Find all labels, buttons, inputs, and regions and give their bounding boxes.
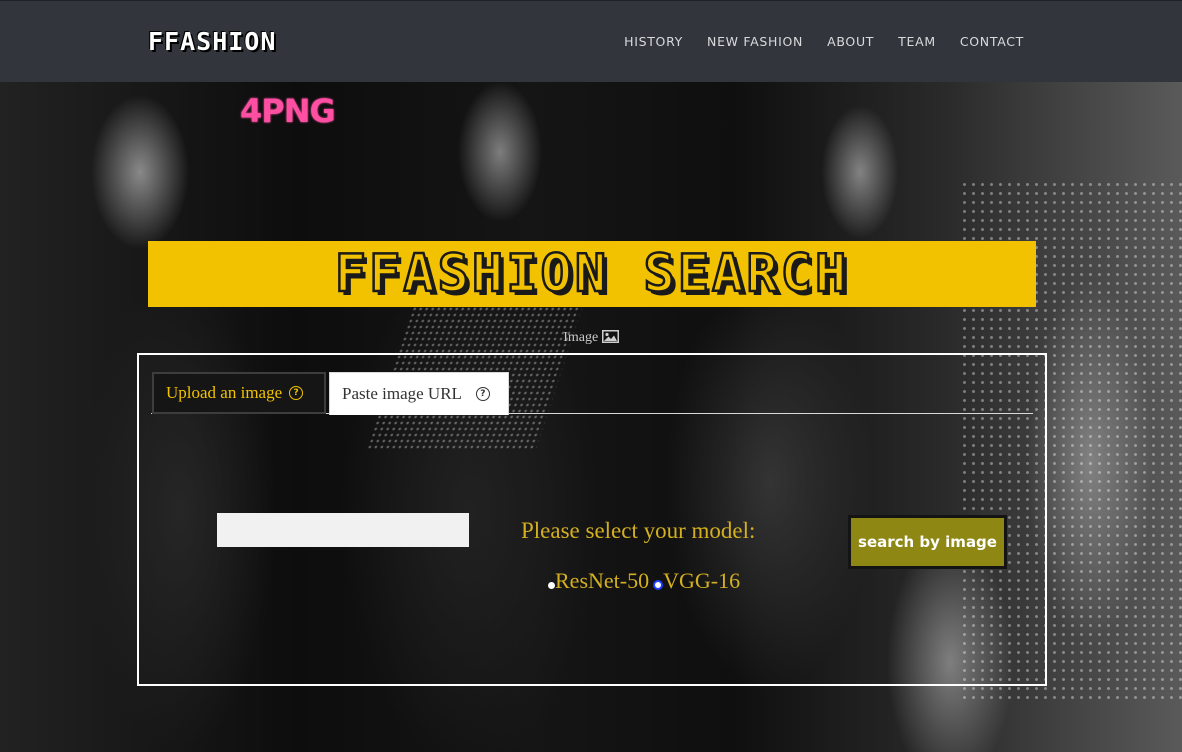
nav-link-new-fashion[interactable]: NEW FASHION xyxy=(707,34,803,49)
search-panel: Upload an image ? Paste image URL ? Plea… xyxy=(137,353,1047,686)
image-caption: Image xyxy=(0,330,1182,348)
page: 4PNG FFASHION HISTORY NEW FASHION ABOUT … xyxy=(0,0,1182,752)
image-icon xyxy=(601,330,619,348)
nav-link-team[interactable]: TEAM xyxy=(898,34,936,49)
nav-link-about[interactable]: ABOUT xyxy=(827,34,874,49)
watermark-logo: 4PNG xyxy=(240,92,336,130)
nav-links: HISTORY NEW FASHION ABOUT TEAM CONTACT xyxy=(624,34,1024,49)
brand-logo[interactable]: FFASHION xyxy=(148,27,276,56)
model-options: ResNet-50 VGG-16 xyxy=(548,568,744,594)
help-icon[interactable]: ? xyxy=(475,387,490,401)
image-url-input[interactable] xyxy=(217,513,469,547)
nav-link-contact[interactable]: CONTACT xyxy=(960,34,1024,49)
title-banner: FFASHION SEARCH xyxy=(148,241,1036,307)
tab-url-label: Paste image URL xyxy=(342,384,462,403)
model-label-vgg-16[interactable]: VGG-16 xyxy=(663,568,740,594)
nav-link-history[interactable]: HISTORY xyxy=(624,34,683,49)
help-icon[interactable]: ? xyxy=(289,386,304,400)
radio-vgg-16[interactable] xyxy=(653,580,664,590)
tab-paste-url[interactable]: Paste image URL ? xyxy=(329,372,509,415)
image-caption-label: Image xyxy=(563,330,599,345)
tab-upload-label: Upload an image xyxy=(166,383,283,402)
model-prompt: Please select your model: xyxy=(521,518,756,543)
page-title: FFASHION SEARCH xyxy=(333,243,850,306)
navbar: FFASHION HISTORY NEW FASHION ABOUT TEAM … xyxy=(0,0,1182,82)
model-label-resnet-50[interactable]: ResNet-50 xyxy=(555,568,649,594)
tab-upload-image[interactable]: Upload an image ? xyxy=(152,372,326,414)
search-by-image-button[interactable]: search by image xyxy=(848,515,1007,569)
radio-resnet-50[interactable] xyxy=(548,581,555,589)
